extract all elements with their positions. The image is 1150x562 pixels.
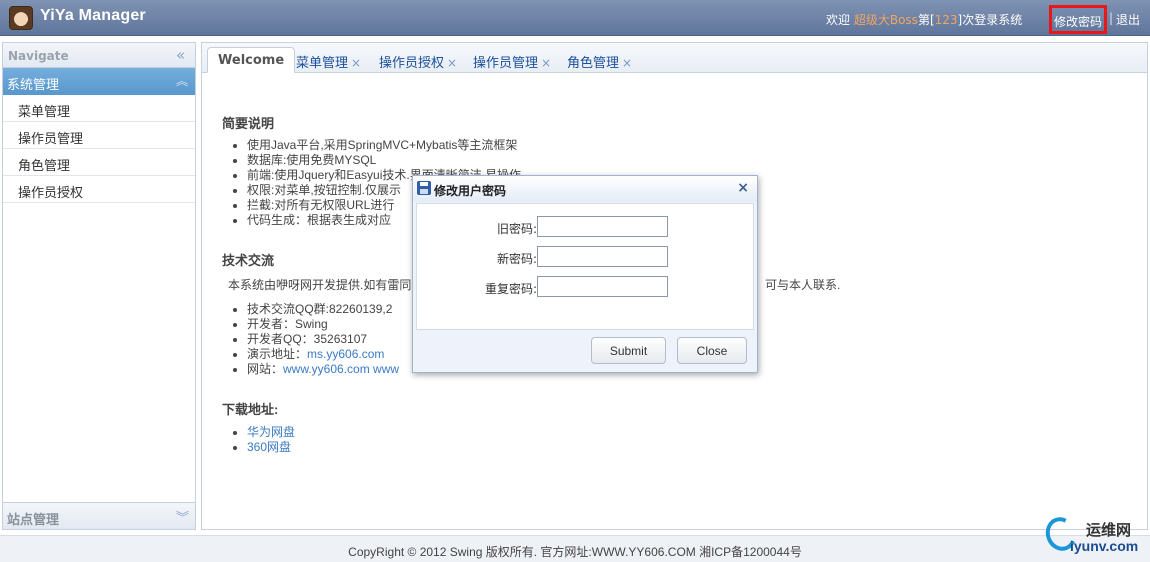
list-item: 演示地址：ms.yy606.com (247, 347, 399, 362)
tab-operator-management[interactable]: 操作员管理 × (473, 47, 551, 73)
sidebar-item-operator-management[interactable]: 操作员管理 (3, 122, 195, 149)
navigate-label: Navigate (8, 49, 69, 63)
sidebar-item-role-management[interactable]: 角色管理 (3, 149, 195, 176)
list-item: 技术交流QQ群:82260139,2 (247, 302, 399, 317)
dialog-header: 修改用户密码 × (413, 176, 757, 202)
demo-label: 演示地址： (247, 347, 308, 361)
dialog-body: 旧密码: 新密码: 重复密码: (416, 203, 754, 330)
save-icon (417, 181, 431, 195)
tab-close-icon[interactable]: × (541, 56, 551, 70)
repeat-password-row: 重复密码: (417, 276, 755, 298)
sidebar-item-menu-management[interactable]: 菜单管理 (3, 95, 195, 122)
sidebar: Navigate « 系统管理 ︽ 菜单管理 操作员管理 角色管理 操作员授权 … (2, 42, 196, 530)
top-header: YiYa Manager 欢迎 超级大Boss第[123]次登录系统 修改密码 … (0, 0, 1150, 36)
dialog-footer: Submit Close (416, 332, 754, 370)
tab-role-management[interactable]: 角色管理 × (567, 47, 632, 73)
login-prefix: 第[ (917, 13, 935, 27)
user-name: 超级大Boss (853, 13, 918, 27)
site-group-label: 站点管理 (7, 513, 60, 528)
dialog-title: 修改用户密码 (434, 184, 507, 198)
new-password-field[interactable] (537, 246, 668, 267)
tab-close-icon[interactable]: × (622, 56, 632, 70)
list-item: 数据库:使用免费MYSQL (247, 153, 521, 168)
list-item: 华为网盘 (247, 425, 295, 440)
sidebar-group-site[interactable]: 站点管理 ︾ (3, 502, 195, 529)
tab-label: 操作员授权 (379, 56, 445, 71)
close-button[interactable]: Close (677, 337, 747, 364)
login-count: 123 (934, 13, 958, 27)
download-list: 华为网盘 360网盘 (247, 425, 295, 455)
tab-bar: Welcome 菜单管理 × 操作员授权 × 操作员管理 × 角色管理 × (202, 43, 1147, 73)
site-link[interactable]: www.yy606.com www (283, 362, 399, 376)
login-suffix: ]次登录系统 (957, 13, 1023, 27)
new-password-row: 新密码: (417, 246, 755, 268)
site-label: 网站： (247, 362, 284, 376)
change-password-link[interactable]: 修改密码 (1049, 5, 1107, 34)
list-item: 使用Java平台,采用SpringMVC+Mybatis等主流框架 (247, 138, 521, 153)
section-title-overview: 简要说明 (222, 116, 275, 131)
list-item: 360网盘 (247, 440, 295, 455)
tab-menu-management[interactable]: 菜单管理 × (296, 47, 361, 73)
sidebar-group-system[interactable]: 系统管理 ︽ (3, 68, 195, 95)
logout-link[interactable]: 退出 (1116, 11, 1140, 28)
old-password-field[interactable] (537, 216, 668, 237)
chevron-up-icon[interactable]: ︽ (176, 72, 188, 89)
submit-button[interactable]: Submit (591, 337, 666, 364)
tech-paragraph-tail: 可与本人联系. (765, 278, 841, 292)
collapse-left-icon[interactable]: « (176, 46, 185, 64)
repeat-password-field[interactable] (537, 276, 668, 297)
tab-label: 角色管理 (567, 56, 620, 71)
watermark-cn: 运维网 (1086, 521, 1132, 539)
tab-close-icon[interactable]: × (447, 56, 457, 70)
footer: CopyRight © 2012 Swing 版权所有. 官方网址:WWW.YY… (0, 535, 1150, 562)
section-title-download: 下载地址: (222, 402, 279, 417)
demo-link[interactable]: ms.yy606.com (307, 347, 384, 361)
tab-operator-authorization[interactable]: 操作员授权 × (379, 47, 457, 73)
app-title: YiYa Manager (40, 7, 146, 24)
change-password-dialog: 修改用户密码 × 旧密码: 新密码: 重复密码: Submit Close (412, 175, 758, 373)
download-link-huawei[interactable]: 华为网盘 (247, 425, 295, 439)
welcome-message: 欢迎 超级大Boss第[123]次登录系统 (826, 11, 1022, 28)
close-icon[interactable]: × (737, 180, 749, 196)
new-password-label: 新密码: (496, 252, 537, 266)
chevron-down-icon[interactable]: ︾ (176, 507, 189, 526)
old-password-label: 旧密码: (496, 222, 537, 236)
tab-welcome-label: Welcome (218, 53, 285, 68)
list-item: 网站：www.yy606.com www (247, 362, 399, 377)
repeat-password-label: 重复密码: (484, 282, 537, 296)
download-link-360[interactable]: 360网盘 (247, 440, 291, 454)
sidebar-group-label: 系统管理 (7, 78, 60, 93)
old-password-row: 旧密码: (417, 216, 755, 238)
tech-list: 技术交流QQ群:82260139,2 开发者：Swing 开发者QQ：35263… (247, 302, 399, 377)
header-separator: | (1109, 11, 1114, 25)
tech-paragraph: 本系统由咿呀网开发提供.如有雷同 (228, 278, 412, 292)
list-item: 开发者QQ：35263107 (247, 332, 399, 347)
watermark-en: iyunv.com (1070, 538, 1139, 554)
welcome-prefix: 欢迎 (826, 13, 851, 27)
avatar-logo-icon (9, 6, 33, 30)
tab-welcome[interactable]: Welcome (207, 47, 296, 73)
navigate-header: Navigate « (3, 43, 195, 68)
section-title-tech: 技术交流 (222, 253, 275, 268)
tab-close-icon[interactable]: × (351, 56, 361, 70)
tab-label: 操作员管理 (473, 56, 539, 71)
sidebar-item-operator-authorization[interactable]: 操作员授权 (3, 176, 195, 203)
copyright-text: CopyRight © 2012 Swing 版权所有. 官方网址:WWW.YY… (348, 545, 802, 559)
list-item: 开发者：Swing (247, 317, 399, 332)
tab-label: 菜单管理 (296, 56, 349, 71)
